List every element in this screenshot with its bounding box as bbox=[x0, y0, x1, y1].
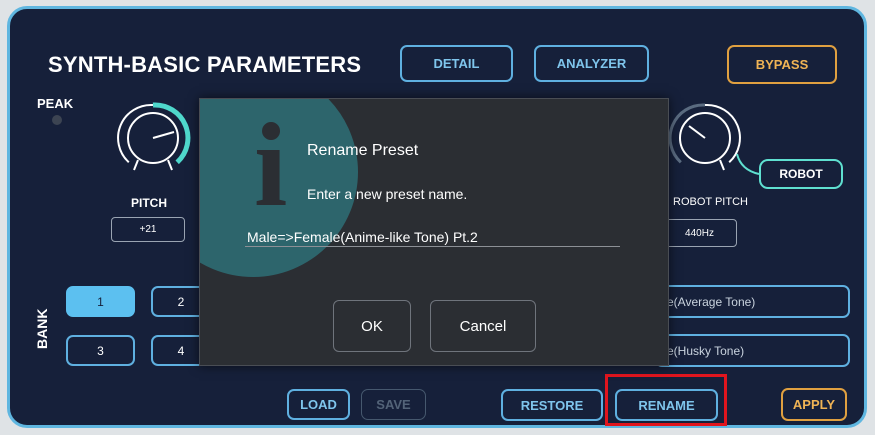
preset-name-input[interactable] bbox=[245, 227, 620, 247]
info-glyph: i bbox=[254, 98, 288, 231]
pitch-knob[interactable] bbox=[108, 96, 198, 186]
bank-label: BANK bbox=[34, 308, 50, 349]
bypass-button[interactable]: BYPASS bbox=[727, 45, 837, 84]
analyzer-button[interactable]: ANALYZER bbox=[534, 45, 649, 82]
pitch-label: PITCH bbox=[131, 196, 167, 210]
peak-indicator bbox=[52, 115, 62, 125]
rename-highlight-box bbox=[605, 374, 727, 426]
save-button[interactable]: SAVE bbox=[361, 389, 426, 420]
robot-pitch-value-field[interactable]: 440Hz bbox=[662, 219, 737, 247]
dialog-message: Enter a new preset name. bbox=[307, 186, 468, 202]
bank-slot-3[interactable]: 3 bbox=[66, 335, 135, 366]
pitch-value-field[interactable]: +21 bbox=[111, 217, 185, 242]
peak-label: PEAK bbox=[37, 96, 74, 111]
preset-slot-husky[interactable]: e(Husky Tone) bbox=[655, 334, 850, 367]
dialog-title: Rename Preset bbox=[307, 142, 419, 159]
preset-slot-average[interactable]: e(Average Tone) bbox=[655, 285, 850, 318]
robot-button[interactable]: ROBOT bbox=[759, 159, 843, 189]
load-button[interactable]: LOAD bbox=[287, 389, 350, 420]
robot-pitch-label: ROBOT PITCH bbox=[673, 196, 748, 208]
detail-button[interactable]: DETAIL bbox=[400, 45, 513, 82]
cancel-button[interactable]: Cancel bbox=[430, 300, 536, 352]
restore-button[interactable]: RESTORE bbox=[501, 389, 603, 421]
bank-slot-1[interactable]: 1 bbox=[66, 286, 135, 317]
page-title: SYNTH-BASIC PARAMETERS bbox=[48, 52, 362, 77]
ok-button[interactable]: OK bbox=[333, 300, 411, 352]
rename-preset-dialog: i Rename Preset Enter a new preset name.… bbox=[199, 98, 669, 366]
apply-button[interactable]: APPLY bbox=[781, 388, 847, 421]
